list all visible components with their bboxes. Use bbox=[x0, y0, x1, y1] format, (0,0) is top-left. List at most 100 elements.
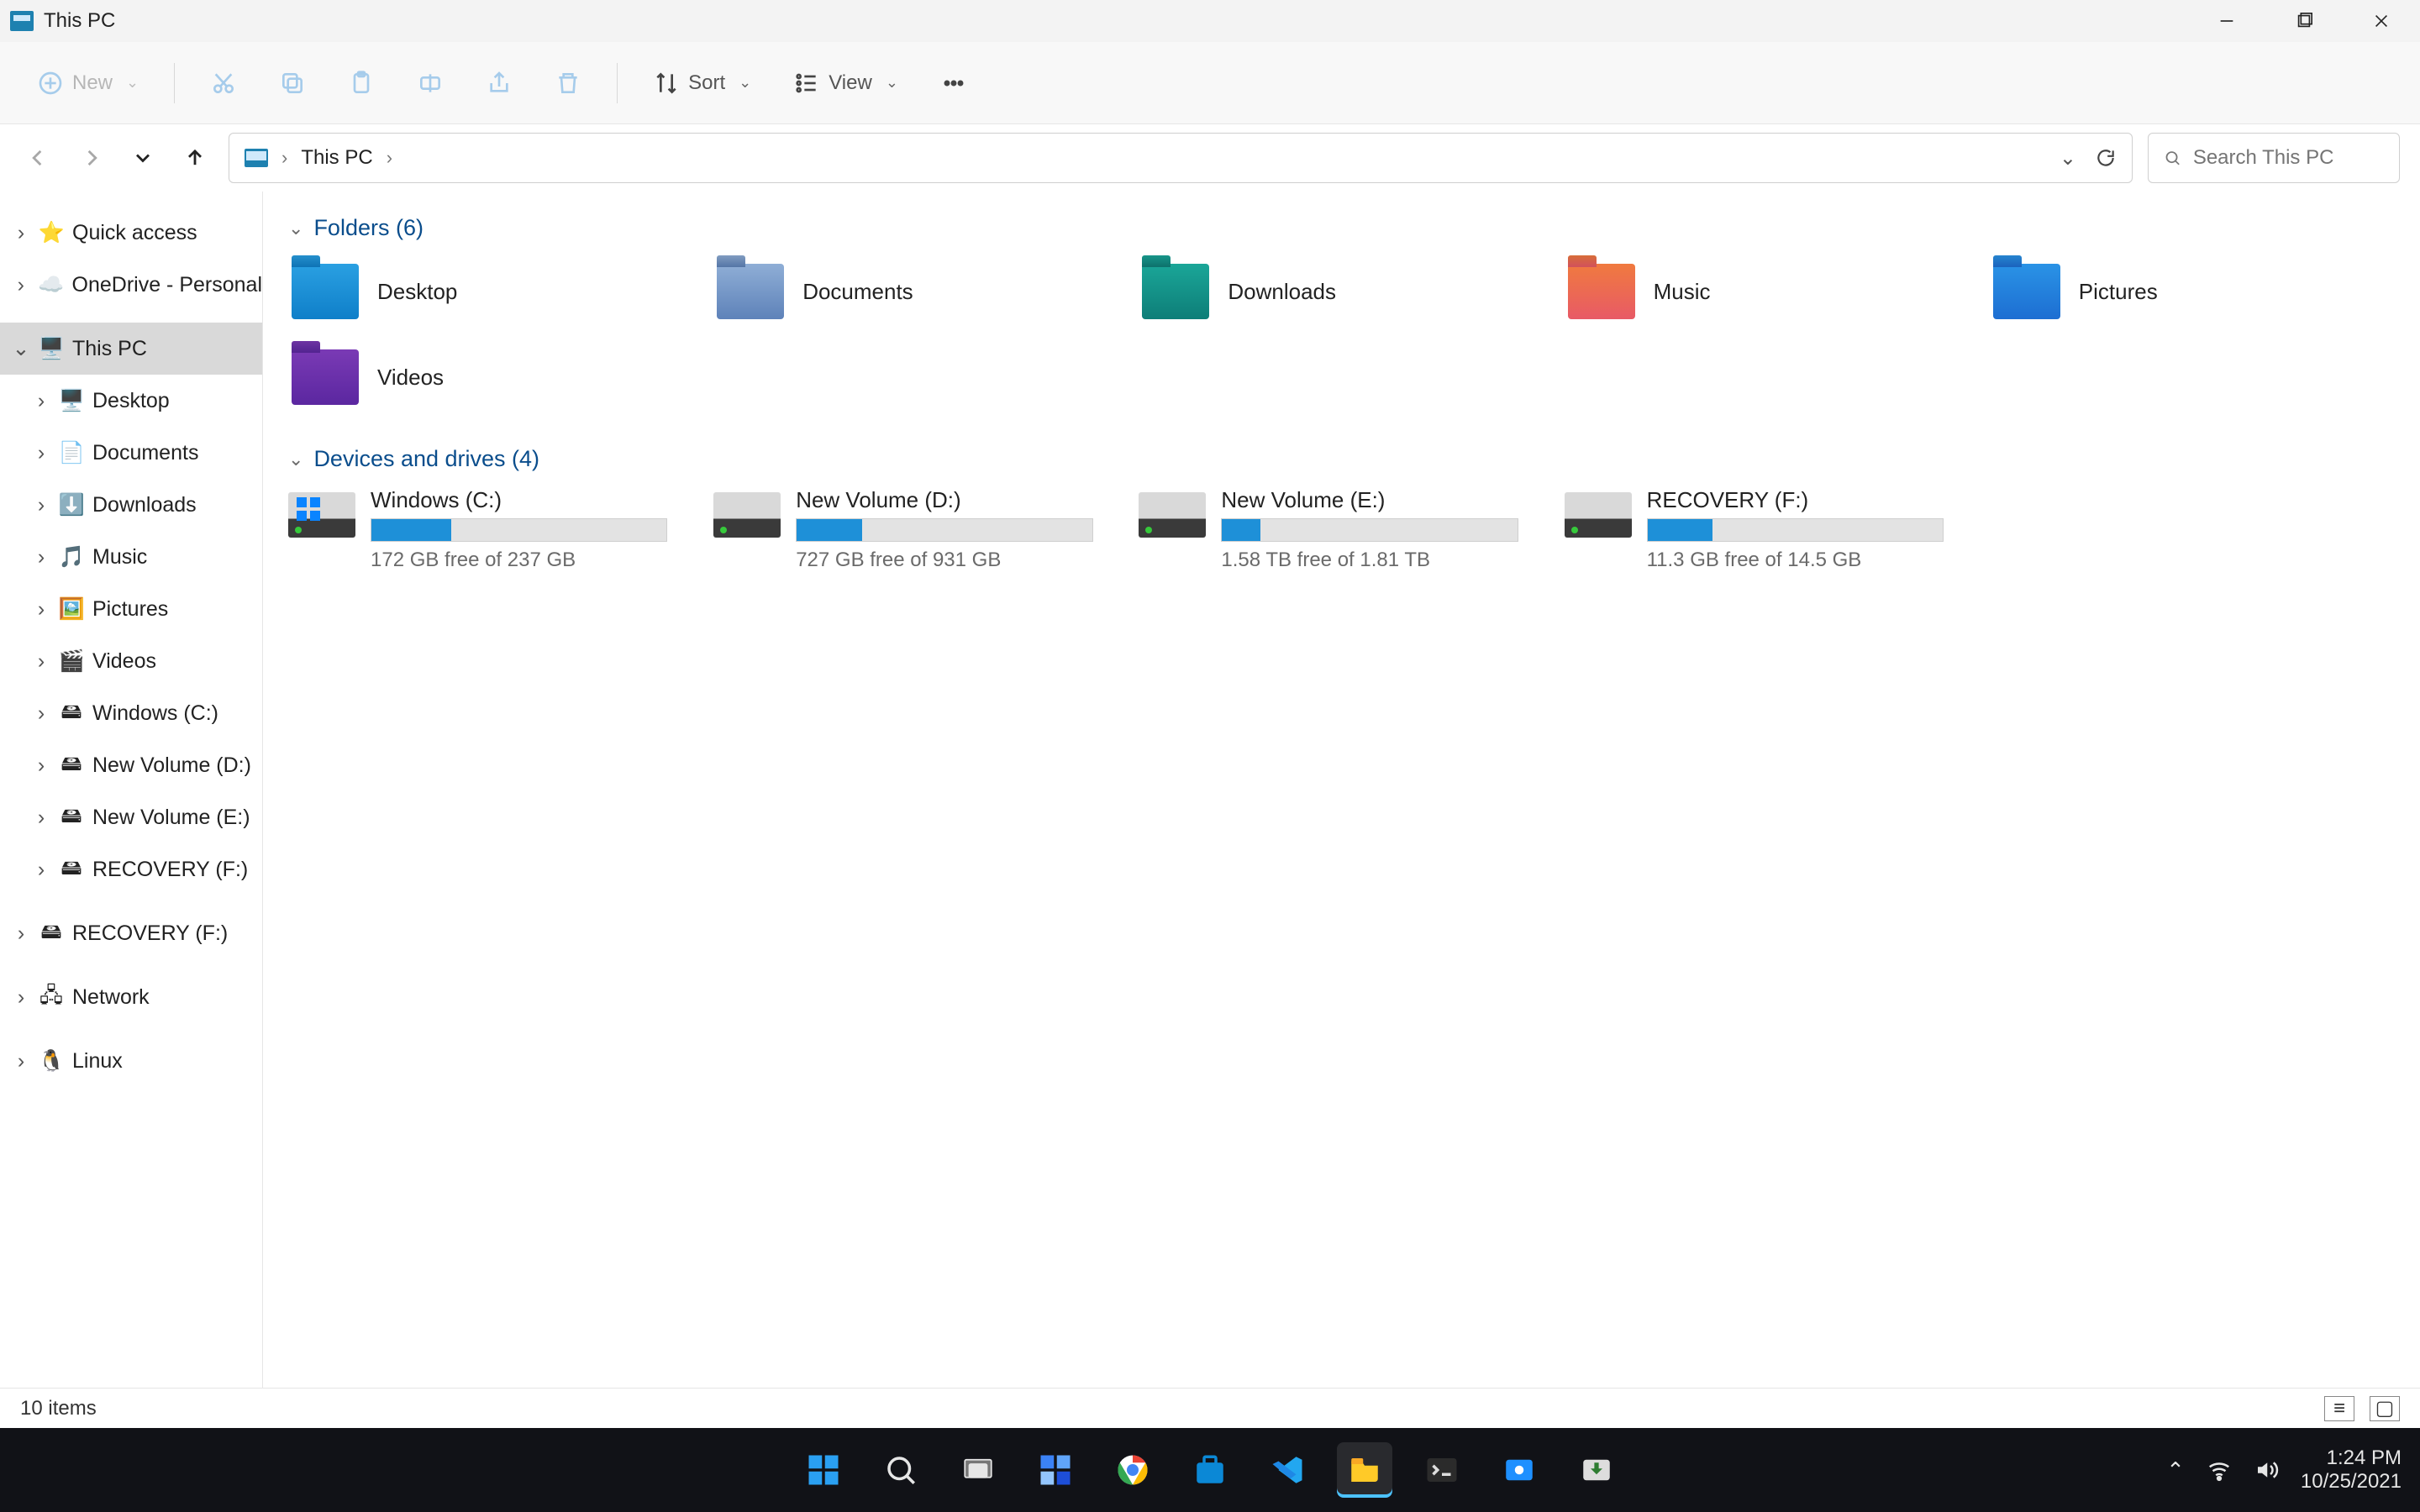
widgets-button[interactable] bbox=[1028, 1442, 1083, 1498]
address-bar[interactable]: › This PC › ⌄ bbox=[229, 133, 2133, 183]
recent-locations-button[interactable] bbox=[124, 139, 161, 176]
taskbar-app-file-explorer[interactable] bbox=[1337, 1442, 1392, 1498]
sort-button[interactable]: Sort ⌄ bbox=[639, 58, 765, 108]
file-explorer-window: This PC New ⌄ Sort ⌄ bbox=[0, 0, 2420, 1428]
chevron-right-icon[interactable]: › bbox=[32, 704, 50, 722]
chevron-right-icon[interactable]: › bbox=[32, 860, 50, 879]
maximize-button[interactable] bbox=[2265, 0, 2343, 42]
taskbar-app-generic-2[interactable] bbox=[1569, 1442, 1624, 1498]
drive-new-volume-e[interactable]: New Volume (E:) 1.58 TB free of 1.81 TB bbox=[1139, 487, 1544, 572]
chevron-down-icon: ⌄ bbox=[739, 74, 751, 92]
drive-icon: 🖴 bbox=[59, 702, 84, 724]
chevron-down-icon[interactable]: ⌄ bbox=[288, 218, 303, 239]
drives-grid: Windows (C:) 172 GB free of 237 GB New V… bbox=[288, 487, 2395, 572]
sidebar-item-new-volume-e[interactable]: ›🖴New Volume (E:) bbox=[0, 791, 262, 843]
drive-free-text: 172 GB free of 237 GB bbox=[371, 549, 693, 572]
chevron-right-icon[interactable]: › bbox=[32, 548, 50, 566]
chevron-right-icon: › bbox=[387, 147, 392, 169]
search-input[interactable] bbox=[2193, 146, 2384, 170]
refresh-icon[interactable] bbox=[2095, 147, 2117, 169]
drive-icon: 🖴 bbox=[59, 858, 84, 880]
sidebar-item-downloads[interactable]: ›⬇️Downloads bbox=[0, 479, 262, 531]
chevron-right-icon[interactable]: › bbox=[12, 988, 30, 1006]
sidebar-item-new-volume-d[interactable]: ›🖴New Volume (D:) bbox=[0, 739, 262, 791]
new-button[interactable]: New ⌄ bbox=[24, 58, 152, 108]
network-icon: 🖧 bbox=[39, 986, 64, 1008]
chevron-right-icon[interactable]: › bbox=[32, 652, 50, 670]
search-box[interactable] bbox=[2148, 133, 2400, 183]
taskbar-search-button[interactable] bbox=[873, 1442, 929, 1498]
drive-windows-c[interactable]: Windows (C:) 172 GB free of 237 GB bbox=[288, 487, 693, 572]
chevron-right-icon[interactable]: › bbox=[32, 600, 50, 618]
sidebar-item-music[interactable]: ›🎵Music bbox=[0, 531, 262, 583]
cut-button[interactable] bbox=[197, 58, 250, 108]
start-button[interactable] bbox=[796, 1442, 851, 1498]
sidebar-item-network[interactable]: ›🖧Network bbox=[0, 971, 262, 1023]
minimize-button[interactable] bbox=[2188, 0, 2265, 42]
sidebar-item-pictures[interactable]: ›🖼️Pictures bbox=[0, 583, 262, 635]
chevron-right-icon[interactable]: › bbox=[12, 223, 30, 242]
delete-button[interactable] bbox=[541, 58, 595, 108]
folder-videos[interactable]: Videos bbox=[288, 342, 693, 412]
chevron-right-icon[interactable]: › bbox=[32, 444, 50, 462]
folders-group-header[interactable]: ⌄ Folders (6) bbox=[288, 215, 2395, 241]
folder-music[interactable]: Music bbox=[1565, 256, 1970, 327]
chevron-right-icon[interactable]: › bbox=[32, 391, 50, 410]
pictures-folder-icon bbox=[1993, 264, 2060, 319]
sidebar-item-this-pc[interactable]: ⌄ 🖥️ This PC bbox=[0, 323, 262, 375]
chevron-right-icon[interactable]: › bbox=[32, 756, 50, 774]
chevron-right-icon[interactable]: › bbox=[32, 496, 50, 514]
sidebar-item-desktop[interactable]: ›🖥️Desktop bbox=[0, 375, 262, 427]
up-button[interactable] bbox=[176, 139, 213, 176]
tiles-view-button[interactable]: ▢ bbox=[2370, 1396, 2400, 1421]
chevron-down-icon: ⌄ bbox=[886, 74, 898, 92]
taskbar-app-generic-1[interactable] bbox=[1491, 1442, 1547, 1498]
taskbar-app-terminal[interactable] bbox=[1414, 1442, 1470, 1498]
sidebar-item-recovery-f-root[interactable]: ›🖴RECOVERY (F:) bbox=[0, 907, 262, 959]
folder-pictures[interactable]: Pictures bbox=[1990, 256, 2395, 327]
sidebar-item-videos[interactable]: ›🎬Videos bbox=[0, 635, 262, 687]
taskbar-app-chrome[interactable] bbox=[1105, 1442, 1160, 1498]
close-button[interactable] bbox=[2343, 0, 2420, 42]
sort-label: Sort bbox=[688, 71, 725, 95]
sidebar-item-windows-c[interactable]: ›🖴Windows (C:) bbox=[0, 687, 262, 739]
forward-button[interactable] bbox=[72, 139, 109, 176]
window-title: This PC bbox=[44, 9, 115, 33]
sidebar-item-quick-access[interactable]: › ⭐ Quick access bbox=[0, 207, 262, 259]
wifi-icon[interactable] bbox=[2207, 1457, 2232, 1483]
view-button[interactable]: View ⌄ bbox=[780, 58, 912, 108]
chevron-right-icon[interactable]: › bbox=[32, 808, 50, 827]
rename-button[interactable] bbox=[403, 58, 457, 108]
share-button[interactable] bbox=[472, 58, 526, 108]
back-button[interactable] bbox=[20, 139, 57, 176]
address-dropdown-button[interactable]: ⌄ bbox=[2060, 146, 2076, 171]
chevron-down-icon[interactable]: ⌄ bbox=[12, 339, 30, 358]
tray-clock[interactable]: 1:24 PM 10/25/2021 bbox=[2301, 1446, 2402, 1493]
star-icon: ⭐ bbox=[39, 222, 64, 244]
paste-button[interactable] bbox=[334, 58, 388, 108]
chevron-right-icon[interactable]: › bbox=[12, 1052, 30, 1070]
sidebar-item-onedrive[interactable]: › ☁️ OneDrive - Personal bbox=[0, 259, 262, 311]
drive-new-volume-d[interactable]: New Volume (D:) 727 GB free of 931 GB bbox=[713, 487, 1118, 572]
sidebar-item-recovery-f[interactable]: ›🖴RECOVERY (F:) bbox=[0, 843, 262, 895]
drive-recovery-f[interactable]: RECOVERY (F:) 11.3 GB free of 14.5 GB bbox=[1565, 487, 1970, 572]
copy-button[interactable] bbox=[266, 58, 319, 108]
task-view-button[interactable] bbox=[950, 1442, 1006, 1498]
folder-downloads[interactable]: Downloads bbox=[1139, 256, 1544, 327]
details-view-button[interactable]: ≡ bbox=[2324, 1396, 2354, 1421]
sidebar-item-documents[interactable]: ›📄Documents bbox=[0, 427, 262, 479]
tray-chevron-up-icon[interactable]: ⌃ bbox=[2166, 1457, 2185, 1483]
folder-documents[interactable]: Documents bbox=[713, 256, 1118, 327]
sidebar-item-linux[interactable]: ›🐧Linux bbox=[0, 1035, 262, 1087]
breadcrumb[interactable]: This PC bbox=[301, 146, 372, 170]
chevron-right-icon[interactable]: › bbox=[12, 276, 30, 294]
taskbar-app-store[interactable] bbox=[1182, 1442, 1238, 1498]
folder-desktop[interactable]: Desktop bbox=[288, 256, 693, 327]
toolbar-separator bbox=[174, 63, 175, 103]
chevron-down-icon[interactable]: ⌄ bbox=[288, 449, 303, 470]
more-button[interactable] bbox=[927, 58, 981, 108]
drives-group-header[interactable]: ⌄ Devices and drives (4) bbox=[288, 446, 2395, 472]
chevron-right-icon[interactable]: › bbox=[12, 924, 30, 942]
taskbar-app-vscode[interactable] bbox=[1260, 1442, 1315, 1498]
volume-icon[interactable] bbox=[2254, 1457, 2279, 1483]
